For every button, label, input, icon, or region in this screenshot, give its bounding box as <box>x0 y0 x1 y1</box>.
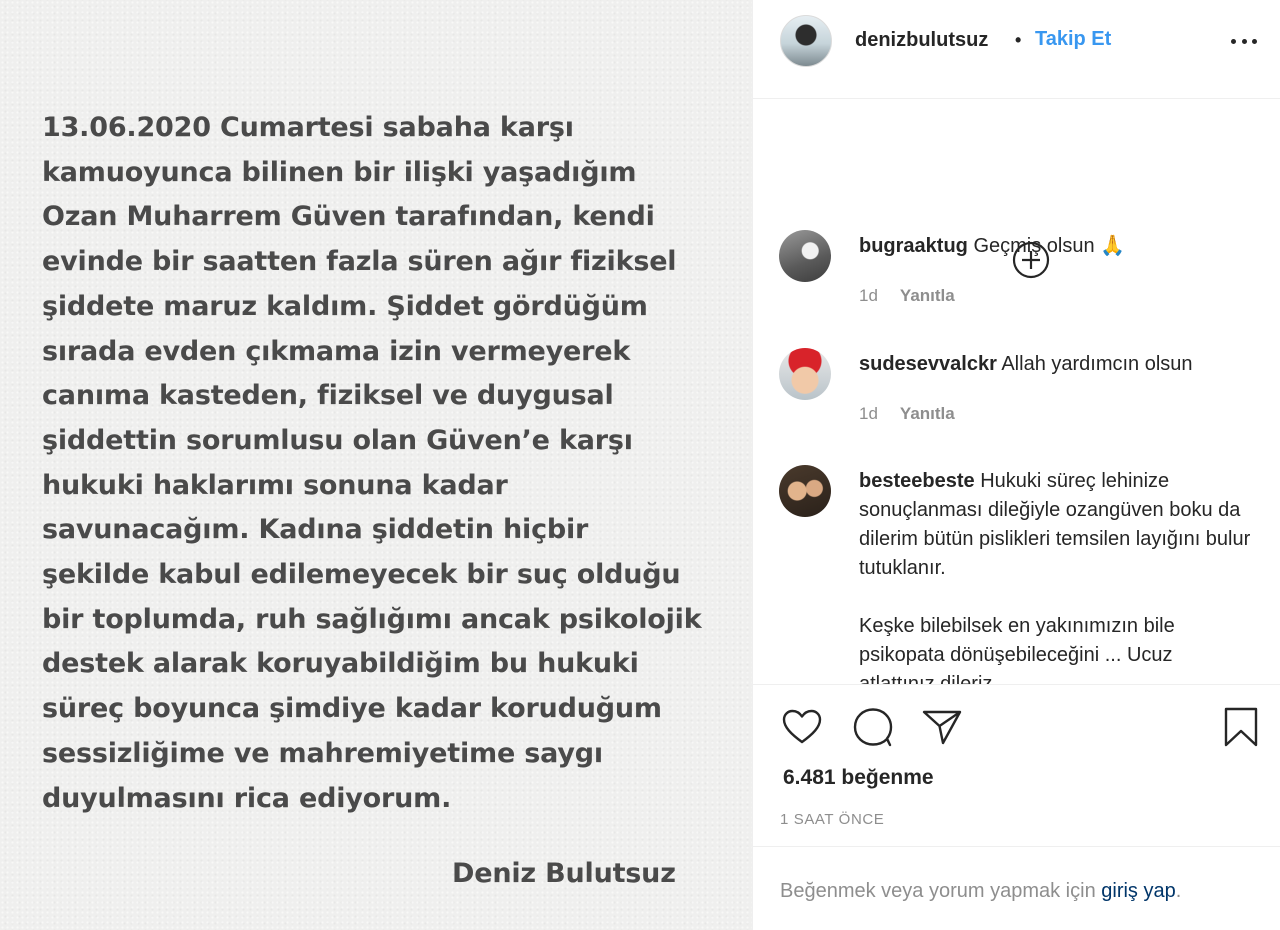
reply-button[interactable]: Yanıtla <box>900 286 955 305</box>
more-horizontal-icon[interactable] <box>1227 30 1261 52</box>
statement-line: hukuki haklarımı sonuna kadar <box>42 469 508 501</box>
comment-text: Allah yardımcın olsun <box>1001 353 1193 375</box>
comment-age: 1d <box>859 404 878 423</box>
comment-text: Geçmiş olsun 🙏 <box>973 235 1126 257</box>
comment-meta: 1d Yanıtla <box>859 286 955 306</box>
commenter-avatar[interactable] <box>779 230 831 282</box>
likes-count[interactable]: 6.481 beğenme <box>783 766 934 790</box>
post-header: denizbulutsuz • Takip Et <box>753 0 1280 99</box>
heart-icon[interactable] <box>781 708 823 746</box>
statement-line: destek alarak koruyabildiğim bu hukuki <box>42 648 639 680</box>
comments-list[interactable]: bugraaktug Geçmiş olsun 🙏 1d Yanıtla sude… <box>753 100 1280 684</box>
author-avatar[interactable] <box>780 15 832 67</box>
actions-divider <box>753 684 1280 685</box>
login-prompt: Beğenmek veya yorum yapmak için giriş ya… <box>753 846 1280 930</box>
statement-line: 13.06.2020 Cumartesi sabaha karşı <box>42 112 574 143</box>
post-image[interactable]: 13.06.2020 Cumartesi sabaha karşı kamuoy… <box>0 0 752 930</box>
comment-text-continued: Keşke bilebilsek en yakınımızın bile psi… <box>859 615 1175 684</box>
follow-button[interactable]: Takip Et <box>1035 28 1111 51</box>
comment-username[interactable]: sudesevvalckr <box>859 353 997 375</box>
statement-line: sessizliğime ve mahremiyetime saygı <box>42 737 603 769</box>
statement-line: duyulmasını rica ediyorum. <box>42 782 452 814</box>
statement-line: Ozan Muharrem Güven tarafından, kendi <box>42 201 655 233</box>
bookmark-icon[interactable] <box>1223 706 1259 748</box>
statement-line: şekilde kabul edilemeyecek bir suç olduğ… <box>42 559 681 591</box>
login-prompt-message: Beğenmek veya yorum yapmak için <box>780 880 1096 902</box>
statement-line: savunacağım. Kadına şiddetin hiçbir <box>42 514 589 546</box>
statement-line: bir toplumda, ruh sağlığımı ancak psikol… <box>42 603 702 635</box>
statement-text: 13.06.2020 Cumartesi sabaha karşı kamuoy… <box>42 106 742 821</box>
comment-body: besteebeste Hukuki süreç lehinize sonuçl… <box>859 467 1251 684</box>
statement-signature: Deniz Bulutsuz <box>452 858 676 889</box>
login-prompt-text: Beğenmek veya yorum yapmak için giriş ya… <box>780 880 1181 903</box>
comment-meta: 1d Yanıtla <box>859 404 955 424</box>
statement-line: şiddettin sorumlusu olan Güven’e karşı <box>42 424 633 456</box>
login-prompt-period: . <box>1175 880 1182 902</box>
statement-line: süreç boyunca şimdiye kadar koruduğum <box>42 693 662 725</box>
login-link[interactable]: giriş yap <box>1101 880 1175 902</box>
statement-line: kamuoyunca bilinen bir ilişki yaşadığım <box>42 156 637 188</box>
comment-age: 1d <box>859 286 878 305</box>
header-separator: • <box>1015 30 1022 50</box>
comment-body: sudesevvalckr Allah yardımcın olsun <box>859 350 1251 379</box>
statement-line: şiddete maruz kaldım. Şiddet gördüğüm <box>42 290 648 322</box>
statement-line: canıma kasteden, fiziksel ve duygusal <box>42 380 614 412</box>
statement-line: sırada evden çıkmama izin vermeyerek <box>42 335 631 367</box>
statement-line: evinde bir saatten fazla süren ağır fizi… <box>42 246 677 278</box>
post-side-panel: denizbulutsuz • Takip Et bugraaktug Geçm… <box>752 0 1280 930</box>
share-icon[interactable] <box>921 708 963 746</box>
commenter-avatar[interactable] <box>779 348 831 400</box>
comment-username[interactable]: besteebeste <box>859 470 975 492</box>
comment-icon[interactable] <box>851 706 895 748</box>
reply-button[interactable]: Yanıtla <box>900 404 955 423</box>
comment-body: bugraaktug Geçmiş olsun 🙏 <box>859 232 1251 261</box>
author-username[interactable]: denizbulutsuz <box>855 29 988 52</box>
commenter-avatar[interactable] <box>779 465 831 517</box>
post-timestamp[interactable]: 1 SAAT ÖNCE <box>780 811 884 828</box>
comment-username[interactable]: bugraaktug <box>859 235 968 257</box>
